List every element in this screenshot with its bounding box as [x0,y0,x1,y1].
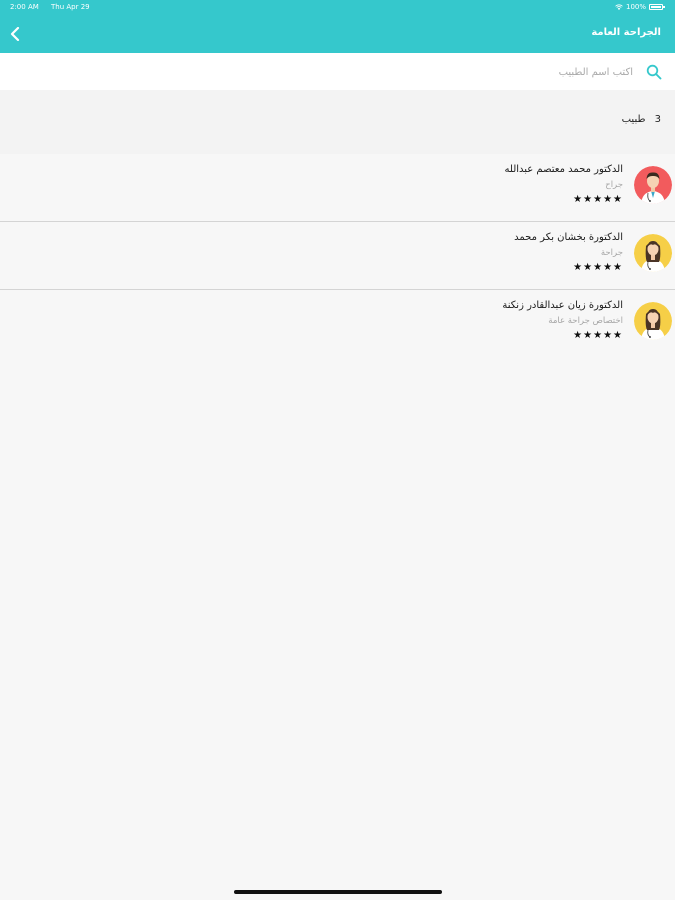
female-doctor-icon [634,302,672,340]
star-rating: ★★★★★ [573,330,623,341]
doctor-list-item[interactable]: الدكتورة بخشان بكر محمد جراحة ★★★★★ [0,222,675,290]
wifi-icon [615,3,623,10]
back-button[interactable] [6,24,24,44]
doctor-specialty: جراح [605,180,623,190]
app-screen: 2:00 AM Thu Apr 29 100% الجراحة العامة ا… [0,0,675,900]
battery-percentage: 100% [625,3,646,11]
doctor-specialty: جراحة [600,248,623,258]
battery-icon [649,4,665,10]
male-doctor-icon [634,166,672,204]
status-bar-left: 2:00 AM Thu Apr 29 [10,3,100,11]
doctor-count-number: 3 [654,114,661,125]
female-doctor-avatar [634,302,672,340]
star-rating: ★★★★★ [573,262,623,273]
home-indicator[interactable] [234,890,442,894]
navigation-header: 2:00 AM Thu Apr 29 100% الجراحة العامة [0,0,675,53]
doctor-count: 3 طبيب [622,114,661,125]
female-doctor-icon [634,234,672,272]
search-bar [0,53,675,90]
status-date: Thu Apr 29 [51,3,90,11]
status-time: 2:00 AM [10,3,39,11]
doctor-name: الدكتورة زيان عبدالقادر زنكنة [502,300,623,311]
doctor-specialty: اختصاص جراحة عامة [548,316,623,326]
search-icon[interactable] [646,64,662,80]
chevron-left-icon [10,27,20,41]
page-title: الجراحة العامة [591,27,661,38]
doctor-list-item[interactable]: الدكتور محمد معتصم عبدالله جراح ★★★★★ [0,154,675,222]
status-bar-right: 100% [615,3,665,11]
male-doctor-avatar [634,166,672,204]
doctor-list: الدكتور محمد معتصم عبدالله جراح ★★★★★ ال… [0,154,675,358]
doctor-search-input[interactable] [73,61,633,83]
star-rating: ★★★★★ [573,194,623,205]
doctor-name: الدكتور محمد معتصم عبدالله [504,164,623,175]
doctor-list-item[interactable]: الدكتورة زيان عبدالقادر زنكنة اختصاص جرا… [0,290,675,358]
doctor-count-label: طبيب [621,114,646,125]
doctor-count-row: 3 طبيب [0,90,675,154]
female-doctor-avatar [634,234,672,272]
doctor-name: الدكتورة بخشان بكر محمد [514,232,623,243]
